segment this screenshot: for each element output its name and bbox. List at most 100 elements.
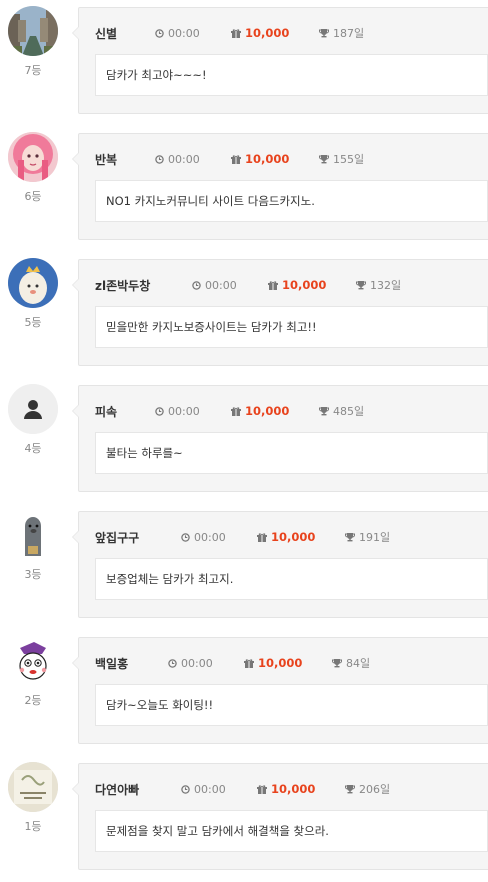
meta-row: 백일홍 00:00 10,000 84일 <box>95 655 370 672</box>
username[interactable]: zl존박두창 <box>95 277 150 294</box>
trophy-icon <box>345 785 355 794</box>
meta-row: 피속 00:00 10,000 485일 <box>95 403 364 420</box>
time-value: 00:00 <box>181 656 213 670</box>
points-value: 10,000 <box>271 530 316 544</box>
comment-card: 피속 00:00 10,000 485일 불타는 하루를~ <box>72 385 488 492</box>
points: 10,000 <box>244 655 302 671</box>
days-value: 191일 <box>359 531 391 544</box>
rank-label: 3등 <box>24 568 42 581</box>
drawing-photo <box>8 762 58 812</box>
meta-row: 신별 00:00 10,000 187일 <box>95 25 364 42</box>
meta-row: 앞집구구 00:00 10,000 191일 <box>95 529 390 546</box>
days-value: 132일 <box>370 279 402 292</box>
trophy-icon <box>332 659 342 668</box>
gift-icon <box>231 28 241 38</box>
time-value: 00:00 <box>168 152 200 166</box>
list-item: 3등 앞집구구 00:00 10,000 191일 보증업체는 담카가 최고지. <box>0 504 488 630</box>
pink-hair-portrait <box>8 132 58 182</box>
comment-message: 담카~오늘도 화이팅!! <box>95 684 488 726</box>
points: 10,000 <box>231 25 289 41</box>
avatar[interactable] <box>8 510 58 560</box>
meta-row: 다연아빠 00:00 10,000 206일 <box>95 781 390 798</box>
comment-card: 앞집구구 00:00 10,000 191일 보증업체는 담카가 최고지. <box>72 511 488 618</box>
rank-label: 5등 <box>24 316 42 329</box>
time-value: 00:00 <box>194 530 226 544</box>
points-value: 10,000 <box>245 26 290 40</box>
attendance-days: 84일 <box>332 655 370 671</box>
trophy-icon <box>345 533 355 542</box>
meta-row: 반복 00:00 10,000 155일 <box>95 151 364 168</box>
list-item: 7등 신별 00:00 10,000 187일 담카가 최고야~~~! <box>0 0 488 126</box>
gift-icon <box>257 784 267 794</box>
rank-label: 4등 <box>24 442 42 455</box>
comment-card: 다연아빠 00:00 10,000 206일 문제점을 찾지 말고 담카에서 해… <box>72 763 488 870</box>
username[interactable]: 다연아빠 <box>95 781 139 798</box>
comment-card: 신별 00:00 10,000 187일 담카가 최고야~~~! <box>72 7 488 114</box>
avatar[interactable] <box>8 384 58 434</box>
list-item: 6등 반복 00:00 10,000 155일 NO1 카지노커뮤니티 사이트 … <box>0 126 488 252</box>
avatar[interactable] <box>8 258 58 308</box>
points-value: 10,000 <box>245 404 290 418</box>
time: 00:00 <box>168 655 213 671</box>
avatar[interactable] <box>8 6 58 56</box>
clock-icon <box>181 784 190 794</box>
clock-icon <box>155 28 164 38</box>
time: 00:00 <box>192 277 237 293</box>
username[interactable]: 백일홍 <box>95 655 128 672</box>
clock-icon <box>155 406 164 416</box>
list-item: 2등 백일홍 00:00 10,000 84일 담카~오늘도 화이팅!! <box>0 630 488 756</box>
list-item: 5등 zl존박두창 00:00 10,000 132일 믿을만한 카지노보증사이… <box>0 252 488 378</box>
comment-card: zl존박두창 00:00 10,000 132일 믿을만한 카지노보증사이트는 … <box>72 259 488 366</box>
time-value: 00:00 <box>194 782 226 796</box>
time: 00:00 <box>155 25 200 41</box>
attendance-days: 485일 <box>319 403 364 419</box>
gift-icon <box>257 532 267 542</box>
attendance-days: 187일 <box>319 25 364 41</box>
username[interactable]: 신별 <box>95 25 117 42</box>
time: 00:00 <box>155 403 200 419</box>
comment-message: NO1 카지노커뮤니티 사이트 다음드카지노. <box>95 180 488 222</box>
egg-character <box>8 258 58 308</box>
time-value: 00:00 <box>205 278 237 292</box>
avatar[interactable] <box>8 636 58 686</box>
trophy-icon <box>356 281 366 290</box>
trophy-icon <box>319 407 329 416</box>
comment-message: 믿을만한 카지노보증사이트는 담카가 최고!! <box>95 306 488 348</box>
points: 10,000 <box>268 277 326 293</box>
clock-icon <box>192 280 201 290</box>
trophy-icon <box>319 155 329 164</box>
default-user-icon <box>8 384 58 434</box>
rank-label: 2등 <box>24 694 42 707</box>
days-value: 84일 <box>346 657 371 670</box>
meta-row: zl존박두창 00:00 10,000 132일 <box>95 277 401 294</box>
time: 00:00 <box>181 781 226 797</box>
comment-message: 불타는 하루를~ <box>95 432 488 474</box>
gift-icon <box>268 280 278 290</box>
username[interactable]: 앞집구구 <box>95 529 139 546</box>
username[interactable]: 피속 <box>95 403 117 420</box>
points: 10,000 <box>257 781 315 797</box>
points: 10,000 <box>257 529 315 545</box>
days-value: 485일 <box>333 405 365 418</box>
username[interactable]: 반복 <box>95 151 117 168</box>
trophy-icon <box>319 29 329 38</box>
avatar[interactable] <box>8 762 58 812</box>
points-value: 10,000 <box>245 152 290 166</box>
clock-icon <box>181 532 190 542</box>
points: 10,000 <box>231 151 289 167</box>
city-canal-photo <box>8 6 58 56</box>
points-value: 10,000 <box>282 278 327 292</box>
avatar[interactable] <box>8 132 58 182</box>
gift-icon <box>231 154 241 164</box>
comment-card: 백일홍 00:00 10,000 84일 담카~오늘도 화이팅!! <box>72 637 488 744</box>
cartoon-face <box>8 636 58 686</box>
attendance-list: 7등 신별 00:00 10,000 187일 담카가 최고야~~~! 6등 반… <box>0 0 488 870</box>
time-value: 00:00 <box>168 26 200 40</box>
comment-message: 담카가 최고야~~~! <box>95 54 488 96</box>
clock-icon <box>168 658 177 668</box>
comment-message: 보증업체는 담카가 최고지. <box>95 558 488 600</box>
gift-icon <box>231 406 241 416</box>
points-value: 10,000 <box>258 656 303 670</box>
days-value: 206일 <box>359 783 391 796</box>
attendance-days: 206일 <box>345 781 390 797</box>
